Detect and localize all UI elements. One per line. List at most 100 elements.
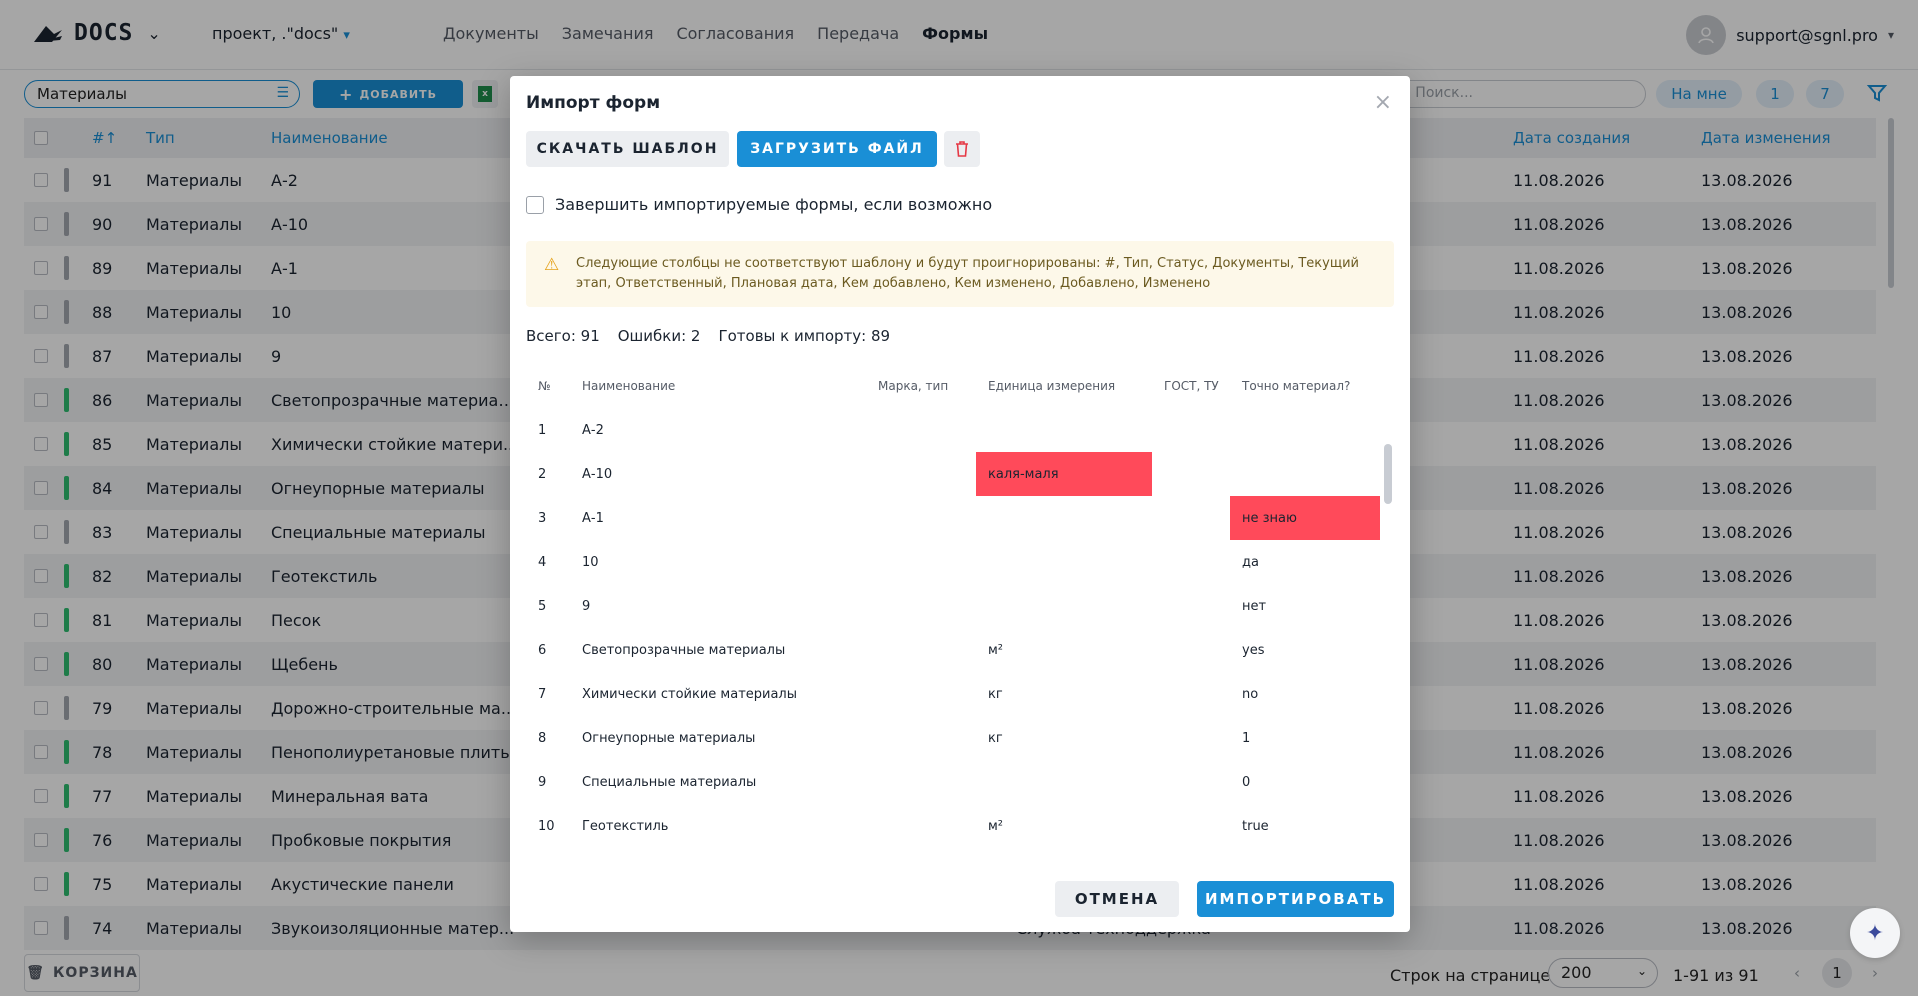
- cell-exact: 0: [1242, 774, 1251, 790]
- cell-brand: [866, 804, 966, 848]
- cell-no: 10: [538, 818, 555, 834]
- cell-exact: [1230, 408, 1380, 452]
- cell-exact: нет: [1242, 598, 1267, 614]
- preview-row: 5 9 нет: [526, 584, 1394, 628]
- col-gost: ГОСТ, ТУ: [1164, 379, 1219, 393]
- preview-body: 1 А-2 2 А-10 каля-маля 3 А-1 не знаю 4 10 да 5 9 нет 6…: [526, 408, 1394, 848]
- preview-scrollbar[interactable]: [1384, 364, 1392, 862]
- preview-row: 8 Огнеупорные материалы кг 1: [526, 716, 1394, 760]
- cell-name: Геотекстиль: [582, 818, 669, 834]
- cell-name: Химически стойкие материалы: [582, 686, 798, 702]
- cell-name: 9: [582, 598, 591, 614]
- cell-brand: [866, 496, 966, 540]
- cell-no: 3: [538, 510, 547, 526]
- preview-row: 4 10 да: [526, 540, 1394, 584]
- cell-no: 9: [538, 774, 547, 790]
- cell-unit: кг: [988, 730, 1003, 746]
- col-brand: Марка, тип: [878, 379, 949, 393]
- col-name: Наименование: [582, 379, 676, 393]
- cell-brand: [866, 452, 966, 496]
- sparkle-assistant-button[interactable]: ✦: [1850, 908, 1900, 958]
- cell-gost: [1152, 760, 1230, 804]
- cell-no: 7: [538, 686, 547, 702]
- cancel-button[interactable]: ОТМЕНА: [1055, 881, 1179, 917]
- preview-row: 10 Геотекстиль м² true: [526, 804, 1394, 848]
- import-button[interactable]: ИМПОРТИРОВАТЬ: [1197, 881, 1394, 917]
- cell-brand: [866, 760, 966, 804]
- trash-icon: [956, 141, 968, 157]
- cell-brand: [866, 540, 966, 584]
- cell-no: 6: [538, 642, 547, 658]
- cell-brand: [866, 672, 966, 716]
- preview-scroll-thumb[interactable]: [1384, 444, 1392, 504]
- preview-header: № Наименование Марка, тип Единица измере…: [526, 364, 1394, 408]
- cell-unit: каля-маля: [976, 452, 1152, 496]
- cell-unit: [976, 584, 1152, 628]
- cell-name: А-10: [582, 466, 613, 482]
- dialog-title: Импорт форм: [526, 93, 661, 113]
- cell-name: А-1: [582, 510, 604, 526]
- cell-brand: [866, 584, 966, 628]
- preview-row: 9 Специальные материалы 0: [526, 760, 1394, 804]
- cell-no: 8: [538, 730, 547, 746]
- cell-brand: [866, 628, 966, 672]
- preview-row: 6 Светопрозрачные материалы м² yes: [526, 628, 1394, 672]
- cell-name: Светопрозрачные материалы: [582, 642, 786, 658]
- cell-gost: [1152, 540, 1230, 584]
- cell-brand: [866, 716, 966, 760]
- cell-exact: no: [1242, 686, 1259, 702]
- cell-exact: [1230, 452, 1380, 496]
- cell-unit: [976, 760, 1152, 804]
- cell-unit: [976, 496, 1152, 540]
- complete-forms-checkbox[interactable]: [526, 195, 544, 214]
- cell-exact: да: [1242, 554, 1259, 570]
- complete-forms-option[interactable]: Завершить импортируемые формы, если возм…: [526, 195, 992, 214]
- stat-ready: Готовы к импорту: 89: [718, 327, 891, 345]
- warning-icon: ⚠: [544, 255, 560, 275]
- cell-unit: м²: [988, 642, 1004, 658]
- preview-row: 7 Химически стойкие материалы кг no: [526, 672, 1394, 716]
- complete-forms-label: Завершить импортируемые формы, если возм…: [555, 195, 993, 214]
- cell-gost: [1152, 672, 1230, 716]
- col-unit: Единица измерения: [988, 379, 1116, 393]
- cell-gost: [1152, 716, 1230, 760]
- cell-name: Огнеупорные материалы: [582, 730, 756, 746]
- delete-file-button[interactable]: [944, 131, 980, 167]
- cell-gost: [1152, 584, 1230, 628]
- cell-gost: [1152, 408, 1230, 452]
- cell-exact: yes: [1242, 642, 1265, 658]
- col-no: №: [538, 379, 551, 393]
- import-stats: Всего: 91 Ошибки: 2 Готовы к импорту: 89: [526, 327, 890, 345]
- close-icon[interactable]: ×: [1374, 90, 1392, 115]
- cell-name: 10: [582, 554, 599, 570]
- cell-name: А-2: [582, 422, 604, 438]
- cell-gost: [1152, 496, 1230, 540]
- cell-no: 1: [538, 422, 547, 438]
- download-template-button[interactable]: СКАЧАТЬ ШАБЛОН: [526, 131, 729, 167]
- cell-gost: [1152, 804, 1230, 848]
- warning-text: Следующие столбцы не соответствуют шабло…: [576, 256, 1359, 291]
- import-preview-table: № Наименование Марка, тип Единица измере…: [526, 364, 1394, 862]
- cell-unit: [976, 540, 1152, 584]
- cell-unit: кг: [988, 686, 1003, 702]
- col-exact: Точно материал?: [1242, 379, 1351, 393]
- cell-name: Специальные материалы: [582, 774, 757, 790]
- cell-no: 5: [538, 598, 547, 614]
- cell-exact: true: [1242, 818, 1269, 834]
- import-forms-dialog: Импорт форм × СКАЧАТЬ ШАБЛОН ЗАГРУЗИТЬ Ф…: [510, 76, 1410, 932]
- cell-gost: [1152, 452, 1230, 496]
- warning-banner: ⚠ Следующие столбцы не соответствуют шаб…: [526, 241, 1394, 307]
- upload-file-button[interactable]: ЗАГРУЗИТЬ ФАЙЛ: [737, 131, 937, 167]
- cell-unit: м²: [988, 818, 1004, 834]
- cell-no: 4: [538, 554, 547, 570]
- cell-exact: не знаю: [1230, 496, 1380, 540]
- cell-unit: [976, 408, 1152, 452]
- stat-total: Всего: 91: [526, 327, 600, 345]
- preview-row: 2 А-10 каля-маля: [526, 452, 1394, 496]
- stat-errors: Ошибки: 2: [617, 327, 701, 345]
- preview-row: 1 А-2: [526, 408, 1394, 452]
- cell-brand: [866, 408, 966, 452]
- cell-exact: 1: [1242, 730, 1251, 746]
- preview-row: 3 А-1 не знаю: [526, 496, 1394, 540]
- cell-no: 2: [538, 466, 547, 482]
